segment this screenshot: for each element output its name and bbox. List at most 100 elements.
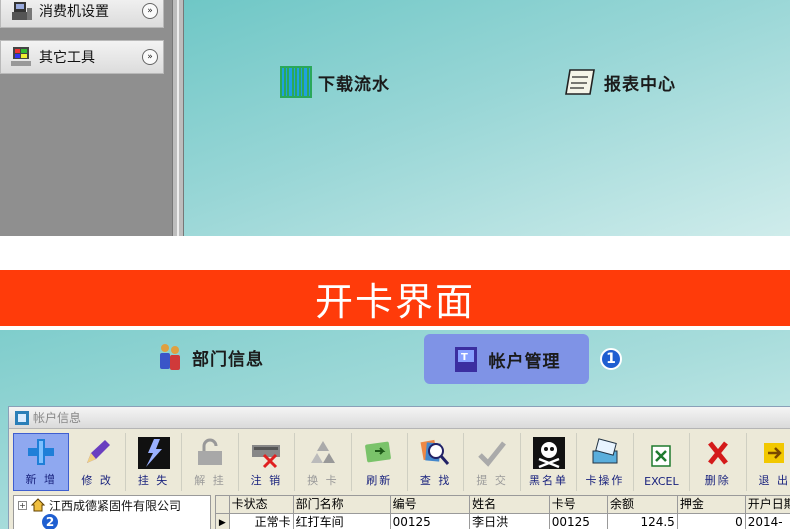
table-cell[interactable]: 正常卡 — [230, 514, 294, 529]
replace-card-button-label: 换 卡 — [307, 474, 339, 487]
report-center-button[interactable]: 报表中心 — [564, 66, 676, 98]
barcode-icon — [280, 66, 312, 98]
chevron-down-icon[interactable]: » — [142, 3, 158, 19]
refresh-icon — [365, 441, 392, 463]
skull-icon — [532, 437, 565, 469]
chevron-down-icon[interactable]: » — [142, 49, 158, 65]
account-grid[interactable]: 卡状态 部门名称 编号 姓名 卡号 余额 押金 开户日期 ▶ 正常卡 红打车间 … — [215, 495, 790, 529]
excel-export-button[interactable]: EXCEL — [634, 433, 691, 491]
tab-dept-label: 部门信息 — [192, 349, 264, 370]
table-cell[interactable]: 李日洪 — [470, 514, 550, 529]
notepad-icon — [565, 69, 595, 95]
sidebar-item-pos-settings[interactable]: 消费机设置 » — [0, 0, 164, 28]
svg-text:T: T — [461, 352, 468, 363]
sidebar-item-label: 其它工具 — [39, 50, 95, 66]
dept-tree[interactable]: + 江西成德紧固件有限公司 2 — [13, 495, 211, 529]
column-header[interactable]: 卡号 — [549, 496, 608, 514]
window-titlebar: 帐户信息 — [9, 407, 790, 429]
recycle-icon — [310, 441, 335, 463]
computer-tools-icon — [11, 47, 31, 66]
submit-button[interactable]: 提 交 — [464, 433, 521, 491]
add-button-label: 新 增 — [25, 473, 57, 486]
grid-header-row: 卡状态 部门名称 编号 姓名 卡号 余额 押金 开户日期 — [216, 496, 790, 514]
submit-icon — [478, 441, 507, 467]
unlock-button-label: 解 挂 — [194, 474, 226, 487]
report-loss-button-label: 挂 失 — [137, 474, 170, 487]
column-header[interactable]: 开户日期 — [745, 496, 790, 514]
column-header[interactable]: 部门名称 — [293, 496, 391, 514]
tab-dept-info[interactable]: 部门信息 — [156, 342, 264, 372]
lightning-icon — [137, 437, 170, 469]
exit-button-label: 退 出 — [758, 474, 790, 487]
add-button[interactable]: 新 增 — [13, 433, 70, 491]
cancel-card-icon — [252, 445, 281, 469]
excel-icon — [651, 445, 672, 467]
delete-button[interactable]: 删除 — [690, 433, 747, 491]
table-cell[interactable]: 0 — [678, 514, 746, 529]
search-button[interactable]: 查 找 — [408, 433, 465, 491]
table-cell[interactable]: 00125 — [550, 514, 608, 529]
blacklist-button[interactable]: 黑名单 — [521, 433, 578, 491]
refresh-button[interactable]: 刷新 — [352, 433, 408, 491]
sidebar-item-other-tools[interactable]: 其它工具 » — [0, 40, 164, 74]
delete-button-label: 删除 — [704, 474, 731, 487]
unlock-button[interactable]: 解 挂 — [182, 433, 239, 491]
step-badge-2: 2 — [40, 512, 60, 529]
toolbar: 新 增 修 改 挂 失 解 挂 注 销 换 卡 刷新 查 找 提 交 黑名单 卡… — [13, 433, 790, 493]
add-icon — [28, 439, 55, 465]
splitter[interactable] — [172, 0, 184, 236]
banner-title: 开卡界面 — [314, 279, 475, 324]
download-flow-button[interactable]: 下载流水 — [280, 66, 390, 98]
report-center-label: 报表中心 — [604, 74, 676, 95]
account-info-window: 帐户信息 新 增 修 改 挂 失 解 挂 注 销 换 卡 刷新 查 找 提 交 … — [8, 406, 790, 529]
table-cell[interactable]: 00125 — [391, 514, 471, 529]
tab-account-label: 帐户管理 — [488, 351, 561, 372]
edit-button[interactable]: 修 改 — [69, 433, 126, 491]
submit-button-label: 提 交 — [476, 474, 508, 487]
column-header[interactable]: 余额 — [607, 496, 678, 514]
pencil-icon — [87, 440, 111, 463]
report-loss-button[interactable]: 挂 失 — [126, 433, 183, 491]
table-cell[interactable]: 124.5 — [608, 514, 678, 529]
card-operation-button[interactable]: 卡操作 — [577, 433, 634, 491]
card-operation-icon — [592, 438, 618, 464]
app-root: 消费机设置 » 其它工具 » 下载流水 报表中心 开卡界面 部门信息 T 帐户管… — [0, 0, 790, 529]
tab-account-mgmt[interactable]: T 帐户管理 — [424, 334, 589, 384]
table-cell[interactable]: 2014- — [746, 514, 790, 529]
step-badge-1: 1 — [600, 348, 622, 370]
column-header[interactable]: 姓名 — [470, 496, 550, 514]
delete-icon — [707, 441, 728, 465]
window-title: 帐户信息 — [33, 411, 82, 425]
cancel-card-button-label: 注 销 — [250, 474, 283, 487]
top-panel: 消费机设置 » 其它工具 » 下载流水 报表中心 — [0, 0, 790, 236]
blacklist-button-label: 黑名单 — [529, 474, 569, 487]
download-flow-label: 下载流水 — [318, 74, 390, 95]
search-button-label: 查 找 — [419, 474, 452, 487]
cancel-card-button[interactable]: 注 销 — [239, 433, 296, 491]
replace-card-button[interactable]: 换 卡 — [295, 433, 352, 491]
account-panel: 部门信息 T 帐户管理 1 帐户信息 新 增 修 改 挂 失 解 挂 注 销 换… — [0, 330, 790, 529]
card-operation-button-label: 卡操作 — [585, 474, 625, 487]
tree-node-company[interactable]: + 江西成德紧固件有限公司 — [14, 496, 210, 514]
column-header[interactable]: 卡状态 — [229, 496, 294, 514]
table-cell[interactable]: 红打车间 — [294, 514, 391, 529]
sidebar: 消费机设置 » 其它工具 » — [0, 0, 172, 236]
table-row[interactable]: ▶ 正常卡 红打车间 00125 李日洪 00125 124.5 0 2014- — [216, 514, 790, 529]
tree-node-label: 江西成德紧固件有限公司 — [49, 498, 182, 513]
section-banner: 开卡界面 — [0, 270, 790, 326]
column-header[interactable]: 编号 — [390, 496, 471, 514]
excel-export-button-label: EXCEL — [644, 475, 679, 488]
grid-corner — [216, 496, 230, 514]
tree-expander-icon[interactable]: + — [18, 500, 27, 510]
people-icon — [160, 344, 180, 370]
exit-button[interactable]: 退 出 — [747, 433, 790, 491]
exit-icon — [764, 443, 785, 463]
column-header[interactable]: 押金 — [677, 496, 746, 514]
home-icon — [31, 498, 45, 512]
search-icon — [420, 439, 449, 465]
refresh-button-label: 刷新 — [366, 474, 393, 487]
edit-button-label: 修 改 — [81, 474, 113, 487]
function-panel: 下载流水 报表中心 — [184, 0, 790, 236]
pos-terminal-icon — [12, 2, 32, 20]
sidebar-item-label: 消费机设置 — [39, 4, 109, 20]
